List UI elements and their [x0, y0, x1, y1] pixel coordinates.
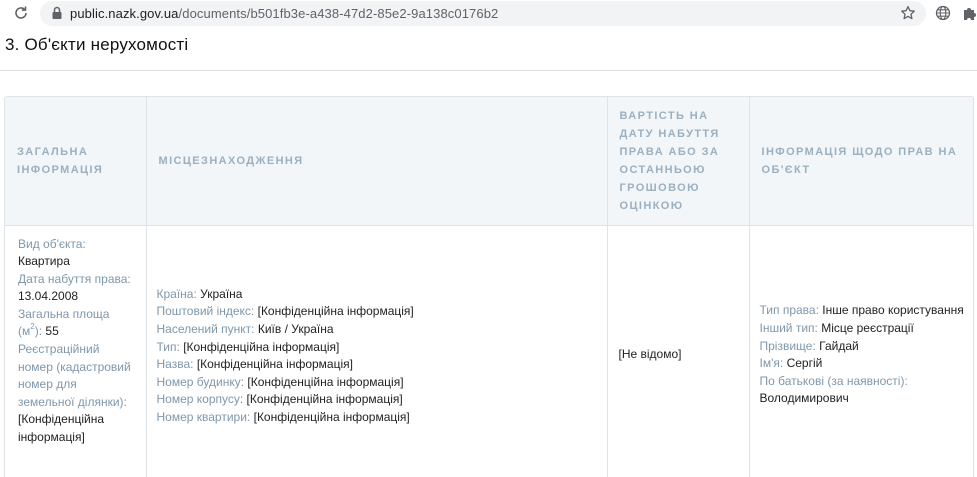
settlement-label: Населений пункт:	[156, 322, 255, 337]
area-value: 55	[45, 324, 59, 339]
name-value: [Конфіденційна інформація]	[196, 357, 353, 372]
rights-cell: Тип права: Інше право користування Інший…	[749, 225, 973, 477]
first-name-value: Сергій	[786, 356, 823, 371]
street-type: Тип: [Конфіденційна інформація]	[157, 339, 596, 357]
country-value: Україна	[200, 286, 243, 301]
acquisition-date-value: 13.04.2008	[18, 289, 79, 304]
header-general-info: Загальна інформація	[5, 97, 147, 226]
right-type-label: Тип права:	[759, 303, 819, 318]
street-name: Назва: [Конфіденційна інформація]	[157, 356, 596, 374]
star-icon[interactable]	[900, 5, 916, 21]
url-path: /documents/b501fb3e-a438-47d2-85e2-9a138…	[178, 6, 499, 21]
cost-value: [Не відомо]	[618, 347, 682, 362]
settlement-value: Київ / Україна	[257, 322, 334, 337]
block-label: Номер корпусу:	[156, 392, 244, 407]
block-value: [Конфіденційна інформація]	[246, 392, 403, 407]
globe-icon[interactable]	[935, 5, 951, 21]
section-title: 3. Об'єкти нерухомості	[5, 35, 189, 54]
settlement: Населений пункт: Київ / Україна	[157, 321, 596, 339]
country-label: Країна:	[156, 286, 197, 301]
type-value: [Конфіденційна інформація]	[183, 339, 340, 354]
cost-cell: [Не відомо]	[607, 225, 750, 477]
building-label: Номер будинку:	[156, 374, 245, 389]
other-type: Інший тип: Місце реєстрації	[760, 320, 965, 338]
apartment-number: Номер квартири: [Конфіденційна інформаці…	[157, 409, 596, 427]
general-info-cell: Вид об'єкта: Квартира Дата набуття права…	[5, 225, 147, 477]
object-type-value: Квартира	[18, 254, 70, 269]
name-label: Назва:	[156, 357, 194, 372]
reg-number-value: [Конфіденційна інформація]	[18, 412, 105, 445]
lock-icon[interactable]	[51, 6, 63, 20]
browser-toolbar: public.nazk.gov.ua/documents/b501fb3e-a4…	[0, 0, 977, 28]
surname-value: Гайдай	[819, 338, 859, 353]
reg-number-label: Реєстраційний номер (кадастровий номер д…	[18, 342, 131, 409]
first-name-label: Ім'я:	[759, 356, 784, 371]
real-estate-table: Загальна інформація Місцезнаходження Вар…	[4, 96, 974, 477]
object-type-label: Вид об'єкта:	[18, 236, 86, 251]
apartment-label: Номер квартири:	[156, 410, 251, 425]
other-type-label: Інший тип:	[759, 321, 818, 336]
url-domain: public.nazk.gov.ua	[70, 6, 179, 21]
reload-icon[interactable]	[13, 5, 29, 21]
postal-label: Поштовий індекс:	[156, 304, 255, 319]
area-unit-sup: 2	[30, 322, 35, 332]
patronymic-value: Володимирович	[759, 391, 849, 406]
puzzle-icon[interactable]	[962, 5, 977, 21]
apartment-value: [Конфіденційна інформація]	[253, 410, 410, 425]
table-row: Вид об'єкта: Квартира Дата набуття права…	[5, 225, 973, 477]
right-type: Тип права: Інше право користування	[760, 302, 965, 320]
header-rights-info: Інформація щодо прав на об'єкт	[749, 97, 973, 226]
divider	[0, 70, 977, 71]
surname: Прізвище: Гайдай	[760, 338, 965, 356]
header-location: Місцезнаходження	[146, 97, 608, 226]
url-text[interactable]: public.nazk.gov.ua/documents/b501fb3e-a4…	[70, 6, 498, 21]
acquisition-date-label: Дата набуття права:	[18, 271, 131, 286]
postal-code: Поштовий індекс: [Конфіденційна інформац…	[157, 303, 596, 321]
area-label-end: ):	[34, 324, 43, 339]
postal-value: [Конфіденційна інформація]	[257, 304, 414, 319]
building-value: [Конфіденційна інформація]	[247, 374, 404, 389]
block-number: Номер корпусу: [Конфіденційна інформація…	[157, 391, 596, 409]
surname-label: Прізвище:	[759, 338, 816, 353]
right-type-value: Інше право користування	[822, 303, 964, 318]
building-number: Номер будинку: [Конфіденційна інформація…	[157, 374, 596, 392]
table-header-row: Загальна інформація Місцезнаходження Вар…	[5, 97, 973, 226]
first-name: Ім'я: Сергій	[760, 355, 965, 373]
area: Загальна площа (м2): 55	[18, 306, 135, 341]
acquisition-date: Дата набуття права: 13.04.2008	[18, 271, 135, 306]
location-cell: Країна: Україна Поштовий індекс: [Конфід…	[146, 225, 608, 477]
country: Країна: Україна	[157, 286, 596, 304]
header-cost: Вартість на дату набуття права або за ос…	[607, 97, 750, 226]
patronymic-label: По батькові (за наявності):	[759, 373, 908, 388]
type-label: Тип:	[156, 339, 180, 354]
address-bar[interactable]: public.nazk.gov.ua/documents/b501fb3e-a4…	[40, 1, 926, 26]
other-type-value: Місце реєстрації	[821, 321, 914, 336]
